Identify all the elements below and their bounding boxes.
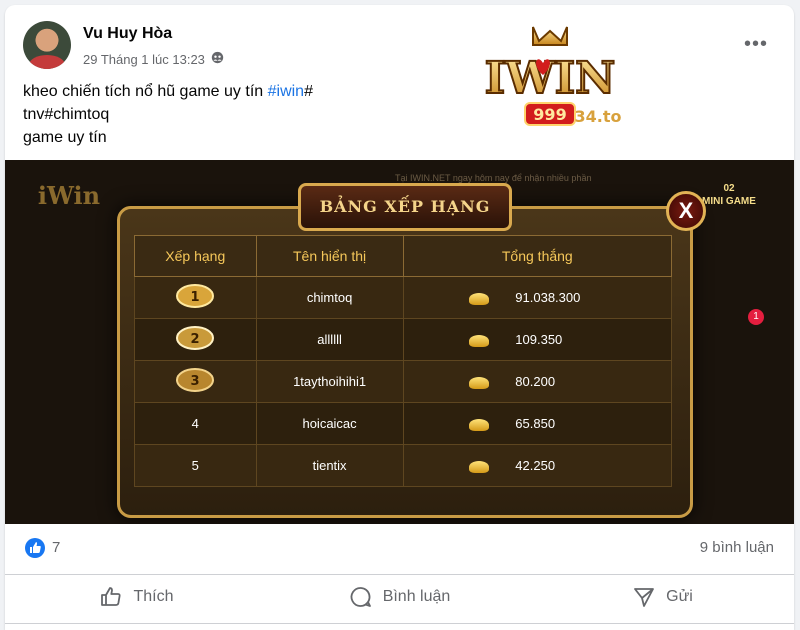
- rank-number: 3: [191, 374, 200, 389]
- gold-ingot-icon: [469, 334, 490, 347]
- divider: [5, 623, 794, 624]
- minigame-button[interactable]: 02 MINI GAME: [699, 182, 759, 234]
- minigame-badge: 02: [723, 183, 735, 194]
- ranking-title: BẢNG XẾP HẠNG: [298, 183, 512, 231]
- like-count[interactable]: 7: [52, 539, 60, 556]
- column-header-total: Tổng thắng: [402, 235, 673, 277]
- rank-number: 5: [134, 444, 257, 487]
- table-row: 1 chimtoq 91.038.300: [134, 276, 673, 319]
- column-header-name: Tên hiển thị: [255, 235, 404, 277]
- more-options-button[interactable]: •••: [744, 33, 768, 56]
- table-row: 3 1taythoihihi1 80.200: [134, 360, 673, 403]
- author-name[interactable]: Vu Huy Hòa: [83, 25, 172, 43]
- gold-ingot-icon: [469, 292, 490, 305]
- rank-number: 4: [134, 402, 257, 445]
- send-icon: [634, 588, 655, 607]
- comment-label: Bình luận: [382, 588, 451, 605]
- author-avatar[interactable]: [23, 21, 71, 69]
- player-name: chimtoq: [255, 276, 404, 319]
- send-button[interactable]: Gửi: [531, 575, 794, 619]
- like-label: Thích: [133, 588, 174, 605]
- friends-globe-icon: [211, 51, 224, 67]
- minigame-label: MINI GAME: [702, 196, 756, 207]
- ranking-table: Xếp hạng Tên hiển thị Tổng thắng 1 chimt…: [134, 235, 673, 487]
- like-reaction-icon[interactable]: [25, 538, 45, 558]
- total-win: 42.250: [515, 458, 556, 473]
- total-win: 109.350: [515, 332, 563, 347]
- gold-medal-icon: 1: [175, 283, 215, 309]
- post-text: kheo chiến tích nổ hũ game uy tín #iwin#…: [23, 80, 313, 149]
- player-name: allllll: [255, 318, 404, 361]
- iwin-logo: IWIN 999 34.to: [475, 23, 625, 133]
- post-card: Vu Huy Hòa 29 Tháng 1 lúc 13:23 ••• kheo…: [5, 5, 794, 630]
- logo-brand-text: IWIN: [485, 53, 616, 104]
- total-win: 80.200: [515, 374, 556, 389]
- send-label: Gửi: [666, 588, 693, 605]
- notification-badge[interactable]: 1: [748, 309, 764, 325]
- post-timestamp[interactable]: 29 Tháng 1 lúc 13:23: [83, 52, 205, 67]
- gold-ingot-icon: [469, 460, 490, 473]
- svg-text:iWin: iWin: [38, 181, 100, 210]
- post-text-line2: tnv#chimtoq: [23, 106, 110, 123]
- thumbs-up-icon: [101, 587, 122, 606]
- post-text-line1-end: #: [304, 83, 313, 100]
- comment-button[interactable]: Bình luận: [268, 575, 531, 619]
- logo-digits: 999: [533, 105, 566, 124]
- rank-number: 1: [191, 290, 200, 305]
- total-win: 65.850: [515, 416, 556, 431]
- post-actions: Thích Bình luận Gửi: [5, 575, 794, 619]
- silver-medal-icon: 2: [175, 325, 215, 351]
- comment-bubble-icon: [350, 587, 371, 607]
- table-row: 5 tientix 42.250: [134, 444, 673, 487]
- bronze-medal-icon: 3: [175, 367, 215, 393]
- post-text-line1: kheo chiến tích nổ hũ game uy tín: [23, 83, 268, 100]
- table-row: 2 allllll 109.350: [134, 318, 673, 361]
- hashtag-link[interactable]: #iwin: [268, 83, 304, 100]
- column-header-rank: Xếp hạng: [134, 235, 257, 277]
- player-name: hoicaicac: [255, 402, 404, 445]
- gold-ingot-icon: [469, 418, 490, 431]
- like-button[interactable]: Thích: [5, 575, 268, 619]
- post-text-line3: game uy tín: [23, 129, 107, 146]
- rank-number: 2: [191, 332, 200, 347]
- table-row: 4 hoicaicac 65.850: [134, 402, 673, 445]
- post-meta: 29 Tháng 1 lúc 13:23: [83, 51, 224, 67]
- game-ticker: Tại IWIN.NET ngay hôm nay để nhận nhiều …: [395, 173, 592, 183]
- reaction-stats: 7 9 bình luận: [5, 524, 794, 575]
- player-name: 1taythoihihi1: [255, 360, 404, 403]
- gold-ingot-icon: [469, 376, 490, 389]
- close-button[interactable]: X: [666, 191, 706, 231]
- total-win: 91.038.300: [515, 290, 581, 305]
- comment-count[interactable]: 9 bình luận: [700, 539, 774, 556]
- logo-sub: 34.to: [575, 107, 622, 126]
- post-media[interactable]: Tại IWIN.NET ngay hôm nay để nhận nhiều …: [5, 160, 794, 524]
- ranking-panel: BẢNG XẾP HẠNG X Xếp hạng Tên hiển thị Tổ…: [117, 183, 706, 518]
- player-name: tientix: [255, 444, 404, 487]
- game-side-logo: iWin: [33, 170, 105, 220]
